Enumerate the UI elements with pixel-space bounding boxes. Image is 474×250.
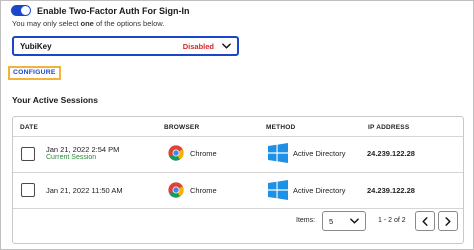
table-row: Jan 21, 2022 2:54 PM Current Session Chr… [13, 136, 463, 172]
two-factor-toggle-label: Enable Two-Factor Auth For Sign-In [37, 5, 190, 16]
table-row: Jan 21, 2022 11:50 AM Chrome Active Dire… [13, 172, 463, 208]
session-method: Active Directory [267, 179, 346, 201]
column-header-method: METHOD [266, 124, 296, 131]
session-date: Jan 21, 2022 2:54 PM [46, 145, 120, 154]
ip-address: 24.239.122.28 [367, 149, 415, 158]
items-per-page-select[interactable]: 5 [322, 211, 366, 231]
row-divider [13, 208, 463, 209]
windows-icon [268, 180, 288, 200]
row-checkbox[interactable] [21, 183, 35, 197]
hint-text-pre: You may only select [12, 19, 81, 28]
column-header-ip: IP ADDRESS [368, 124, 410, 131]
session-method: Active Directory [267, 142, 346, 164]
session-browser: Chrome [168, 145, 217, 161]
chevron-down-icon [222, 43, 231, 49]
chevron-left-icon [422, 216, 428, 226]
ip-address: 24.239.122.28 [367, 186, 415, 195]
previous-page-button[interactable] [415, 211, 435, 231]
session-browser: Chrome [168, 182, 217, 198]
chrome-icon [168, 182, 184, 198]
method-name: Active Directory [293, 148, 346, 158]
items-per-page-label: Items: [296, 217, 316, 224]
current-session-label: Current Session [46, 154, 97, 161]
items-per-page-value: 5 [329, 216, 334, 226]
chevron-down-icon [350, 218, 359, 224]
windows-icon [268, 143, 288, 163]
browser-name: Chrome [190, 148, 217, 158]
auth-method-status: Disabled [182, 41, 214, 51]
sessions-table: DATE BROWSER METHOD IP ADDRESS Jan 21, 2… [12, 116, 464, 244]
two-factor-toggle[interactable] [11, 5, 31, 16]
row-checkbox[interactable] [21, 147, 35, 161]
method-name: Active Directory [293, 185, 346, 195]
hint-text-post: of the options below. [93, 19, 165, 28]
column-header-date: DATE [20, 124, 39, 131]
next-page-button[interactable] [438, 211, 458, 231]
chrome-icon [168, 145, 184, 161]
two-factor-toggle-row: Enable Two-Factor Auth For Sign-In [11, 5, 190, 16]
sessions-title: Your Active Sessions [12, 95, 98, 105]
hint-text-bold: one [80, 19, 94, 28]
configure-button[interactable]: CONFIGURE [8, 66, 61, 80]
column-header-browser: BROWSER [164, 124, 200, 131]
auth-method-value: YubiKey [20, 41, 52, 51]
two-factor-hint: You may only select one of the options b… [12, 19, 164, 28]
pagination-range: 1 - 2 of 2 [378, 217, 406, 224]
browser-name: Chrome [190, 185, 217, 195]
session-date: Jan 21, 2022 11:50 AM [46, 186, 123, 195]
auth-method-select[interactable]: YubiKey Disabled [12, 36, 239, 56]
chevron-right-icon [445, 216, 451, 226]
